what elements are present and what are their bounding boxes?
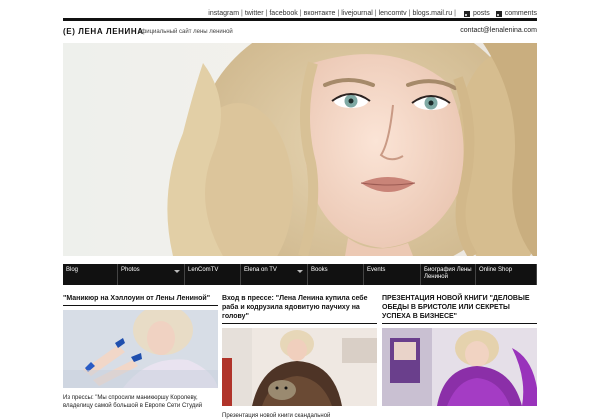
nav-item-events[interactable]: Events [364, 264, 421, 285]
nav-item-label: Blog [66, 267, 79, 273]
post-title-link[interactable]: ПРЕЗЕНТАЦИЯ НОВОЙ КНИГИ "ДЕЛОВЫЕ ОБЕДЫ В… [382, 294, 537, 324]
nav-item-photos[interactable]: Photos [118, 264, 185, 285]
site-logo[interactable]: (E) ЛЕНА ЛЕНИНА [63, 27, 144, 36]
post-excerpt: Презентация новой книги скандальной [222, 413, 331, 419]
comments-feed-link[interactable]: comments [505, 10, 537, 17]
link-instagram[interactable]: instagram [208, 10, 239, 17]
nav-item-label: Events [367, 267, 386, 273]
contact-email-link[interactable]: contact@lenalenina.com [460, 27, 537, 34]
nav-item-online-shop[interactable]: Online Shop [476, 264, 537, 285]
nav-item-elena-on-tv[interactable]: Elena on TV [241, 264, 308, 285]
post-title-link[interactable]: Вход в прессе: "Лена Ленина купила себе … [222, 294, 377, 324]
separator: | [374, 10, 377, 17]
chevron-down-icon [174, 270, 180, 273]
nav-item-biography[interactable]: Биография Лены Лениной [421, 264, 476, 285]
nav-item-label: Биография Лены Лениной [424, 267, 472, 280]
posts-feed-link[interactable]: posts [473, 10, 490, 17]
separator: | [299, 10, 302, 17]
post-excerpt: Из прессы: "Мы спросили маникюршу Короле… [63, 395, 203, 409]
nav-item-blog[interactable]: Blog [63, 264, 118, 285]
top-links-bar: instagram | twitter | facebook | вконтакте |… [63, 9, 537, 18]
link-blogs-mail[interactable]: blogs.mail.ru [412, 10, 452, 17]
rss-icon[interactable] [495, 10, 502, 17]
separator: | [241, 10, 243, 17]
separator: | [337, 10, 340, 17]
link-livejournal[interactable]: livejournal [341, 10, 373, 17]
link-facebook[interactable]: facebook [269, 10, 297, 17]
hero-image [63, 43, 537, 256]
post-card: "Маникюр на Хэллоуин от Лены Лениной" Из… [63, 294, 218, 410]
post-title-link[interactable]: "Маникюр на Хэллоуин от Лены Лениной" [63, 294, 218, 306]
link-lencomtv[interactable]: lencomtv [379, 10, 407, 17]
nav-item-books[interactable]: Books [308, 264, 364, 285]
nav-item-label: LenComTV [188, 267, 219, 273]
link-twitter[interactable]: twitter [245, 10, 264, 17]
post-card: ПРЕЗЕНТАЦИЯ НОВОЙ КНИГИ "ДЕЛОВЫЕ ОБЕДЫ В… [382, 294, 537, 412]
separator: | [454, 10, 456, 17]
separator: | [408, 10, 411, 17]
link-vkontakte[interactable]: вконтакте [304, 10, 336, 17]
rss-icon[interactable] [463, 10, 470, 17]
post-thumbnail[interactable] [382, 328, 537, 406]
post-thumbnail[interactable] [63, 310, 218, 388]
nav-item-label: Books [311, 267, 328, 273]
nav-item-label: Elena on TV [244, 267, 277, 273]
nav-item-label: Online Shop [479, 267, 513, 273]
main-nav: Blog Photos LenComTV Elena on TV Books E… [63, 264, 537, 285]
post-card: Вход в прессе: "Лена Ленина купила себе … [222, 294, 377, 420]
header-rule [63, 18, 537, 21]
site-tagline: официальный сайт лены лениной [138, 29, 233, 35]
post-thumbnail[interactable] [222, 328, 377, 406]
nav-item-label: Photos [121, 267, 140, 273]
separator: | [265, 10, 268, 17]
nav-item-lencomtv[interactable]: LenComTV [185, 264, 241, 285]
chevron-down-icon [297, 270, 303, 273]
